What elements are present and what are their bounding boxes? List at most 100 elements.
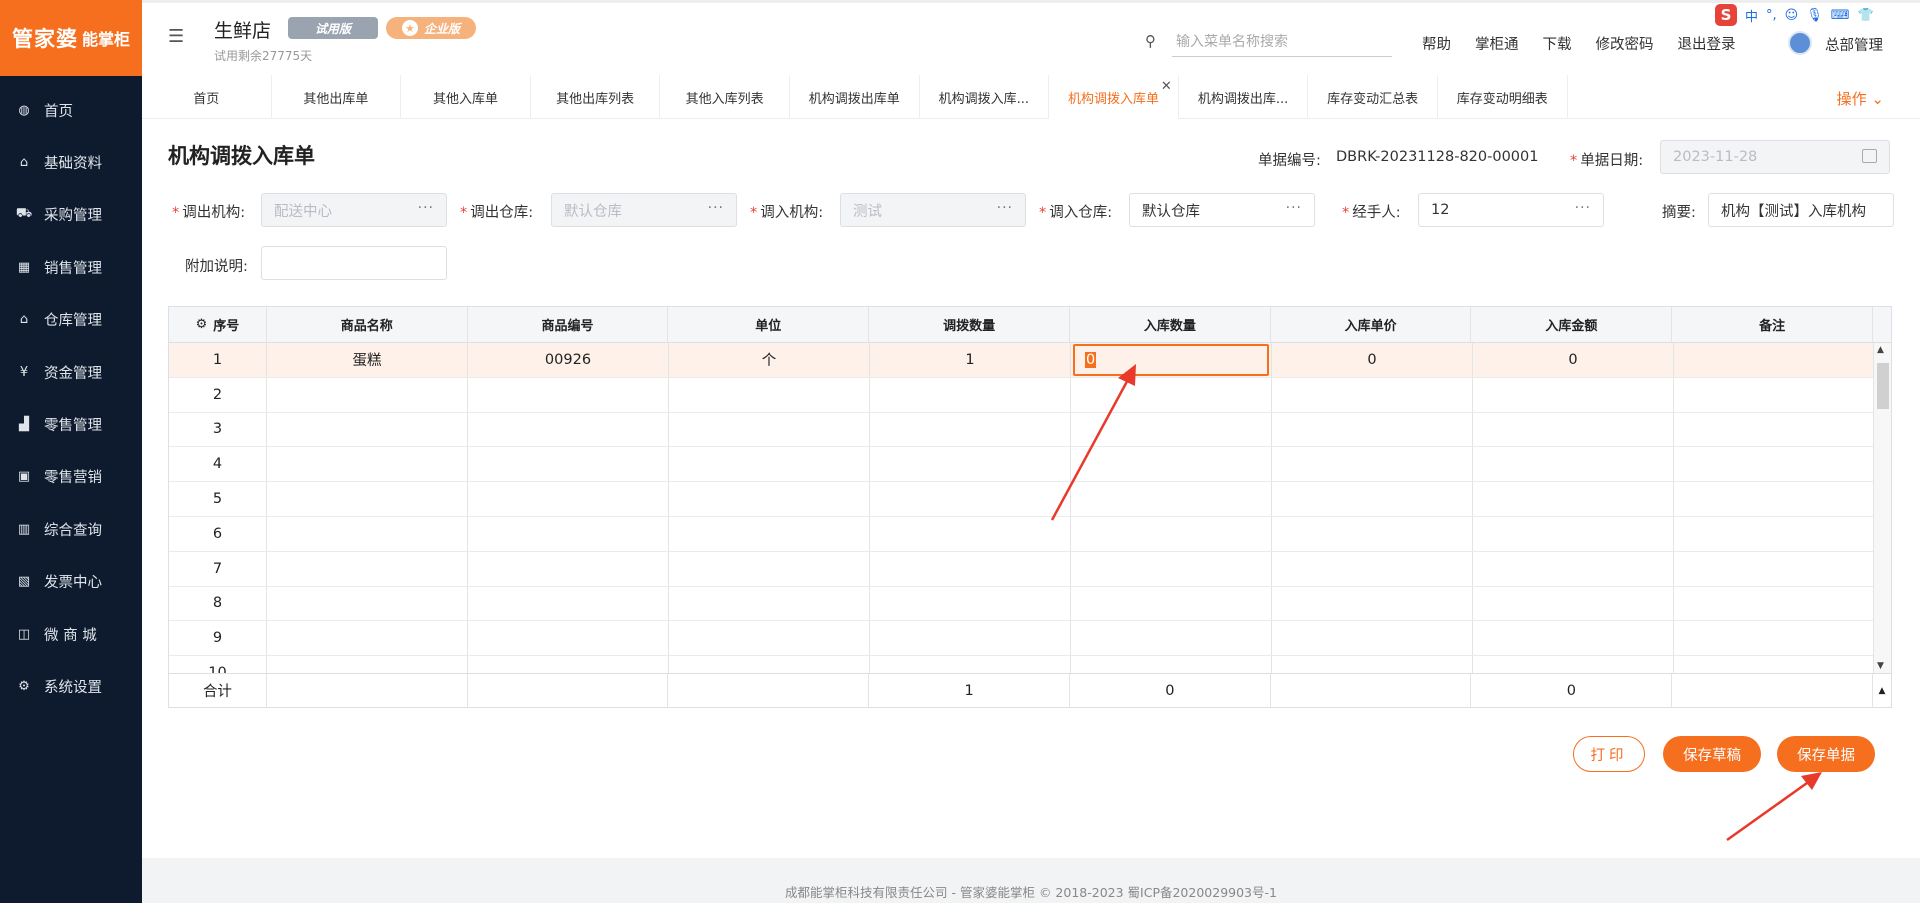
table-row[interactable]: 1 蛋糕 00926 个 1 0 0 0 bbox=[169, 343, 1891, 378]
table-cell[interactable] bbox=[1473, 621, 1674, 656]
table-cell[interactable] bbox=[669, 447, 870, 482]
avatar[interactable] bbox=[1788, 31, 1812, 55]
table-cell[interactable] bbox=[1071, 656, 1272, 673]
table-cell[interactable] bbox=[468, 447, 669, 482]
table-row[interactable]: 6 bbox=[169, 516, 1891, 552]
table-cell[interactable] bbox=[1272, 551, 1473, 586]
table-cell[interactable] bbox=[669, 551, 870, 586]
in-wh-field[interactable]: 默认仓库 ··· bbox=[1129, 193, 1315, 227]
save-draft-button[interactable]: 保存草稿 bbox=[1663, 736, 1761, 772]
table-cell[interactable] bbox=[1674, 516, 1875, 551]
close-icon[interactable]: ✕ bbox=[1161, 79, 1172, 94]
table-cell[interactable] bbox=[1473, 586, 1674, 621]
table-cell[interactable] bbox=[468, 412, 669, 447]
menu-search-input[interactable] bbox=[1172, 27, 1392, 57]
scroll-thumb[interactable] bbox=[1877, 363, 1889, 409]
qty-edit-input[interactable]: 0 bbox=[1073, 343, 1269, 376]
sidebar-item-2[interactable]: ⛟ 采购管理 bbox=[0, 189, 142, 241]
table-cell[interactable] bbox=[267, 551, 468, 586]
table-cell[interactable] bbox=[1272, 447, 1473, 482]
sidebar-item-3[interactable]: ▦ 销售管理 bbox=[0, 241, 142, 293]
table-cell[interactable] bbox=[669, 656, 870, 673]
table-cell[interactable] bbox=[1071, 412, 1272, 447]
table-cell[interactable] bbox=[1071, 482, 1272, 516]
sidebar-item-0[interactable]: ◍ 首页 bbox=[0, 84, 142, 136]
tab-0[interactable]: 首页 bbox=[142, 75, 272, 119]
table-cell[interactable] bbox=[870, 516, 1071, 551]
table-cell[interactable] bbox=[267, 377, 468, 412]
sidebar-item-4[interactable]: ⌂ 仓库管理 bbox=[0, 294, 142, 346]
sidebar-item-8[interactable]: ▥ 综合查询 bbox=[0, 503, 142, 555]
out-wh-field[interactable]: 默认仓库 ··· bbox=[551, 193, 737, 227]
table-cell[interactable] bbox=[1473, 447, 1674, 482]
tab-1[interactable]: 其他出库单 bbox=[272, 75, 402, 119]
table-cell[interactable] bbox=[1071, 516, 1272, 551]
zhanggui-link[interactable]: 掌柜通 bbox=[1475, 33, 1519, 54]
download-link[interactable]: 下载 bbox=[1543, 33, 1572, 54]
tab-2[interactable]: 其他入库单 bbox=[401, 75, 531, 119]
sidebar-item-10[interactable]: ◫ 微 商 城 bbox=[0, 608, 142, 660]
table-cell[interactable] bbox=[870, 656, 1071, 673]
ime-keyboard-icon[interactable]: ⌨ bbox=[1831, 8, 1850, 23]
help-link[interactable]: 帮助 bbox=[1422, 33, 1451, 54]
ime-mic-icon[interactable]: 🎙 bbox=[1806, 8, 1823, 23]
table-cell[interactable] bbox=[1674, 447, 1875, 482]
sidebar-item-7[interactable]: ▣ 零售营销 bbox=[0, 451, 142, 503]
table-cell[interactable] bbox=[1674, 621, 1875, 656]
table-cell[interactable] bbox=[1674, 656, 1875, 673]
table-cell[interactable]: 0 bbox=[1071, 343, 1272, 377]
table-cell[interactable] bbox=[1071, 377, 1272, 412]
grid-scrollbar[interactable]: ▲ ▼ bbox=[1873, 343, 1891, 673]
table-cell[interactable] bbox=[267, 656, 468, 673]
table-cell[interactable] bbox=[1674, 586, 1875, 621]
table-cell[interactable] bbox=[1473, 516, 1674, 551]
table-row[interactable]: 7 bbox=[169, 551, 1891, 587]
logout-link[interactable]: 退出登录 bbox=[1678, 33, 1736, 54]
sidebar-item-5[interactable]: ¥ 资金管理 bbox=[0, 346, 142, 398]
table-cell[interactable]: 1 bbox=[870, 343, 1071, 377]
table-cell[interactable] bbox=[1272, 412, 1473, 447]
table-cell[interactable] bbox=[1071, 447, 1272, 482]
sidebar-item-9[interactable]: ▧ 发票中心 bbox=[0, 556, 142, 608]
table-cell[interactable] bbox=[267, 621, 468, 656]
table-cell[interactable] bbox=[870, 447, 1071, 482]
sidebar-item-11[interactable]: ⚙ 系统设置 bbox=[0, 660, 142, 712]
table-cell[interactable] bbox=[1473, 551, 1674, 586]
out-org-field[interactable]: 配送中心 ··· bbox=[261, 193, 447, 227]
table-cell[interactable] bbox=[870, 586, 1071, 621]
in-org-field[interactable]: 测试 ··· bbox=[840, 193, 1026, 227]
handler-field[interactable]: 12 ··· bbox=[1418, 193, 1604, 227]
table-cell[interactable] bbox=[1674, 482, 1875, 516]
table-cell[interactable] bbox=[1071, 621, 1272, 656]
table-cell[interactable] bbox=[267, 482, 468, 516]
table-cell[interactable] bbox=[1473, 412, 1674, 447]
table-cell[interactable] bbox=[1473, 656, 1674, 673]
table-cell[interactable] bbox=[1473, 377, 1674, 412]
ime-emoji-icon[interactable]: ☺ bbox=[1785, 8, 1799, 23]
table-cell[interactable] bbox=[1272, 656, 1473, 673]
column-header[interactable]: ⚙ 序号 bbox=[169, 307, 267, 342]
operations-menu[interactable]: 操作 ⌄ bbox=[1837, 88, 1884, 109]
table-cell[interactable] bbox=[468, 377, 669, 412]
table-cell[interactable] bbox=[669, 586, 870, 621]
note-field[interactable] bbox=[261, 246, 447, 280]
save-document-button[interactable]: 保存单据 bbox=[1777, 736, 1875, 772]
tab-4[interactable]: 其他入库列表 bbox=[660, 75, 790, 119]
table-cell[interactable] bbox=[1071, 551, 1272, 586]
tab-9[interactable]: 库存变动汇总表 bbox=[1308, 75, 1438, 119]
ime-punct-icon[interactable]: °, bbox=[1766, 8, 1777, 23]
table-cell[interactable] bbox=[267, 412, 468, 447]
scroll-down-icon[interactable]: ▼ bbox=[1877, 661, 1884, 671]
ime-lang-icon[interactable]: 中 bbox=[1745, 6, 1758, 25]
total-scrollbar[interactable]: ▲ bbox=[1873, 674, 1891, 707]
table-row[interactable]: 4 bbox=[169, 447, 1891, 483]
table-cell[interactable] bbox=[669, 377, 870, 412]
table-cell[interactable] bbox=[267, 586, 468, 621]
scroll-up-icon[interactable]: ▲ bbox=[1879, 686, 1886, 696]
table-cell[interactable]: 个 bbox=[669, 343, 870, 377]
table-cell[interactable] bbox=[669, 516, 870, 551]
user-name[interactable]: 总部管理 bbox=[1825, 34, 1883, 55]
table-cell[interactable] bbox=[870, 551, 1071, 586]
table-cell[interactable] bbox=[870, 621, 1071, 656]
table-cell[interactable]: 0 bbox=[1272, 343, 1473, 377]
